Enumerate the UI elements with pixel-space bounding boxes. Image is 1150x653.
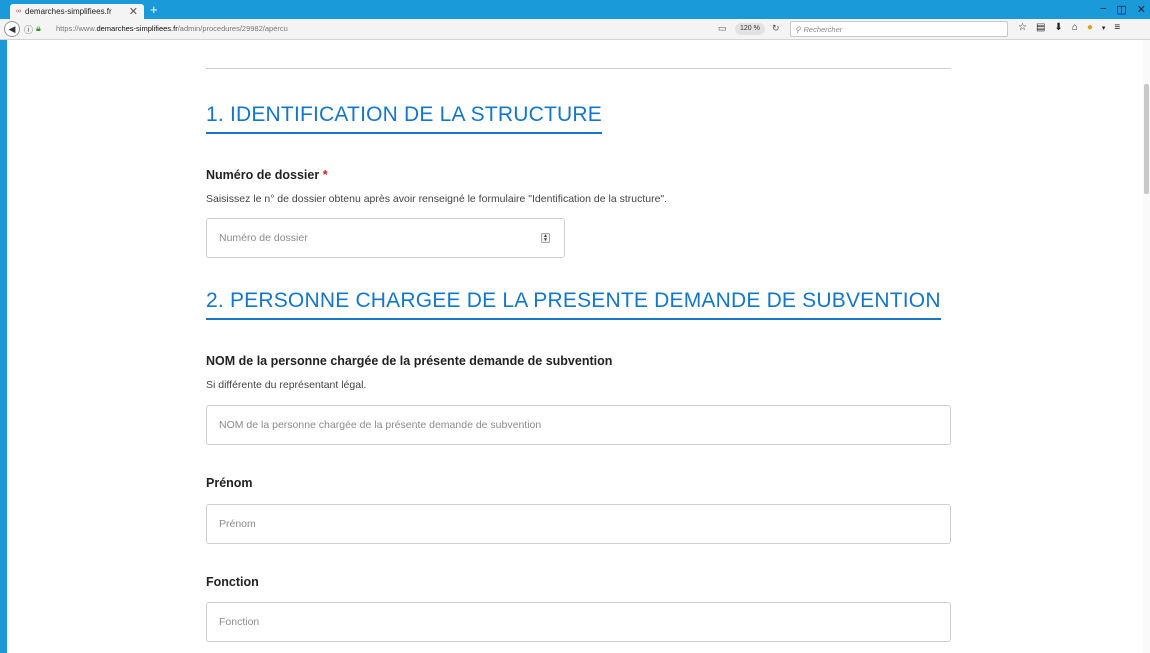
extension-icon[interactable]: ● <box>1087 22 1093 33</box>
search-placeholder: Rechercher <box>803 25 843 34</box>
page-scrollbar[interactable] <box>1143 40 1150 653</box>
close-window-icon[interactable]: ✕ <box>1137 3 1146 16</box>
url-path: /admin/procedures/29982/apercu <box>177 24 288 33</box>
back-button[interactable]: ◀ <box>4 21 20 37</box>
toolbar-icons: ☆ ▤ ⬇ ⌂ ● ▾ ≡ <box>1018 22 1120 33</box>
reload-icon[interactable]: ↻ <box>772 23 780 34</box>
scrollbar-thumb[interactable] <box>1144 84 1149 194</box>
nom-label: NOM de la personne chargée de la présent… <box>206 354 613 368</box>
window-controls: − ◫ ✕ <box>1100 3 1146 16</box>
section-title-identification: 1. IDENTIFICATION DE LA STRUCTURE <box>206 103 602 134</box>
navigation-bar: ◀ ⓘ 🔒︎ https://www.demarches-simplifiees… <box>0 19 1150 40</box>
close-tab-icon[interactable]: ✕ <box>129 5 138 18</box>
info-icon[interactable]: ⓘ <box>24 23 33 36</box>
favicon-icon: ∞ <box>16 8 21 15</box>
number-spinner[interactable]: ▲ ▼ <box>541 233 550 243</box>
tab-title: demarches-simplifiees.fr <box>25 7 112 16</box>
bookmarks-menu-icon[interactable]: ▤ <box>1036 22 1045 33</box>
downloads-icon[interactable]: ⬇ <box>1054 22 1062 33</box>
page-content: 1. IDENTIFICATION DE LA STRUCTURE Numéro… <box>7 40 1143 653</box>
section-title-personne: 2. PERSONNE CHARGEE DE LA PRESENTE DEMAN… <box>206 289 941 320</box>
nom-input[interactable] <box>206 405 951 445</box>
separator <box>206 68 951 69</box>
title-bar: ∞ demarches-simplifiees.fr ✕ + − ◫ ✕ <box>0 0 1150 19</box>
restore-icon[interactable]: ◫ <box>1116 3 1126 16</box>
dossier-label: Numéro de dossier * <box>206 168 328 182</box>
bookmark-star-icon[interactable]: ☆ <box>1018 22 1027 33</box>
lock-icon: 🔒︎ <box>36 23 41 33</box>
site-info[interactable]: ⓘ 🔒︎ <box>24 23 41 36</box>
required-mark: * <box>322 168 328 182</box>
zoom-level[interactable]: 120 % <box>735 23 765 35</box>
search-box[interactable]: ⚲ Rechercher <box>790 21 1008 37</box>
dossier-description: Saisissez le n° de dossier obtenu après … <box>206 193 668 205</box>
prenom-input[interactable] <box>206 504 951 544</box>
reader-view-icon[interactable]: ▭ <box>718 23 727 34</box>
fonction-label: Fonction <box>206 575 259 589</box>
home-icon[interactable]: ⌂ <box>1072 22 1078 33</box>
search-icon: ⚲ <box>795 25 801 34</box>
menu-icon[interactable]: ≡ <box>1114 22 1120 33</box>
dossier-number-input[interactable] <box>206 218 565 258</box>
prenom-label: Prénom <box>206 476 253 490</box>
minimize-icon[interactable]: − <box>1100 3 1106 16</box>
nom-description: Si différente du représentant légal. <box>206 379 367 391</box>
dropdown-icon[interactable]: ▾ <box>1102 24 1106 32</box>
url-prefix: https://www. <box>56 24 97 33</box>
fonction-input[interactable] <box>206 602 951 642</box>
new-tab-button[interactable]: + <box>150 3 158 17</box>
address-bar[interactable]: https://www.demarches-simplifiees.fr/adm… <box>56 24 288 33</box>
browser-tab[interactable]: ∞ demarches-simplifiees.fr ✕ <box>10 4 144 19</box>
url-domain: demarches-simplifiees.fr <box>96 24 178 33</box>
dossier-label-text: Numéro de dossier <box>206 168 320 182</box>
